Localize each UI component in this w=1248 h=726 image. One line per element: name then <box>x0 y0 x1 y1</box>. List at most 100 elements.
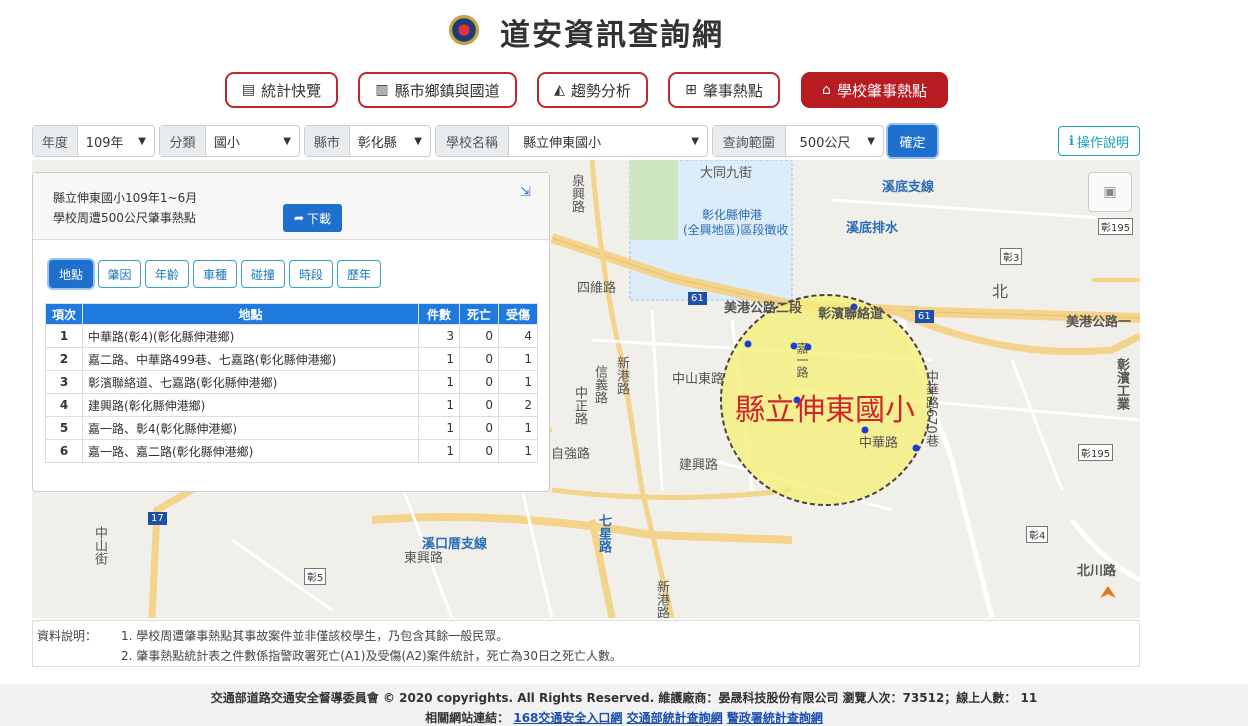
chevron-down-icon: ▼ <box>138 135 146 147</box>
tab-vehicle[interactable]: 車種 <box>193 260 237 288</box>
map-label: 美港公路一 <box>1066 315 1132 330</box>
site-logo <box>449 15 479 45</box>
map-label: 中華路 <box>859 436 899 451</box>
map-label: 彰濱工業 <box>1114 358 1129 410</box>
map-label: 北川路 <box>1077 564 1117 579</box>
map-label: 中正路 <box>572 386 587 425</box>
map-label: 美港公路二段 <box>724 301 803 316</box>
accident-point[interactable] <box>744 340 752 348</box>
site-header: 道安資訊查詢網 <box>0 0 1248 62</box>
map-label: 自強路 <box>551 447 591 462</box>
nav-stats-overview-button[interactable]: ▤ 統計快覽 <box>225 72 338 108</box>
help-button[interactable]: ℹ 操作說明 <box>1058 126 1140 156</box>
link-motc-stats[interactable]: 交通部統計查詢網 <box>627 711 723 725</box>
jianxing-road <box>551 487 793 500</box>
link-police-stats[interactable]: 警政署統計查詢網 <box>727 711 823 725</box>
file-export-icon: ➦ <box>293 211 305 225</box>
map-label: 大同九街 <box>700 166 753 181</box>
chevron-down-icon: ▼ <box>691 135 699 147</box>
county-select[interactable]: 彰化縣 ▼ <box>350 126 430 156</box>
county-label: 縣市 <box>305 126 350 156</box>
column-header: 地點 <box>82 303 419 325</box>
note-line: 1. 學校周遭肇事熱點其事故案件並非僅該校學生，乃包含其餘一般民眾。 <box>121 629 509 643</box>
download-button[interactable]: ➦ 下載 <box>283 204 342 232</box>
tab-collision[interactable]: 碰撞 <box>241 260 285 288</box>
info-icon: ℹ <box>1069 133 1074 149</box>
layer-switch-button[interactable]: ▣ <box>1088 172 1132 212</box>
year-filter: 年度 109年 ▼ <box>32 125 155 157</box>
footer-copyright: 交通部道路交通安全督導委員會 © 2020 copyrights. All Ri… <box>210 691 1038 705</box>
map-label: 新港路 <box>654 580 669 618</box>
route-shield: 61 <box>688 292 707 305</box>
school-circle-label: 縣立伸東國小 <box>735 393 915 428</box>
category-label: 分類 <box>160 126 206 156</box>
tab-history[interactable]: 歷年 <box>337 260 381 288</box>
green-area <box>630 160 678 240</box>
route-shield: 彰4 <box>1026 526 1049 543</box>
table-row: 5 嘉一路、彰4(彰化縣伸港鄉) 1 0 1 <box>45 416 538 440</box>
table-header-row: 項次 地點 件數 死亡 受傷 <box>45 303 538 325</box>
bar-chart-icon: ▥ <box>375 82 389 98</box>
column-header: 受傷 <box>498 303 538 325</box>
route-shield: 17 <box>148 512 167 525</box>
nav-county-button[interactable]: ▥ 縣市鄉鎮與國道 <box>358 72 517 108</box>
range-select[interactable]: 500公尺 ▼ <box>786 126 883 156</box>
column-header: 死亡 <box>459 303 499 325</box>
map-label: 中山東路 <box>672 372 725 387</box>
route-shield: 彰3 <box>1000 248 1023 265</box>
site-footer: 交通部道路交通安全督導委員會 © 2020 copyrights. All Ri… <box>0 684 1248 726</box>
route-shield: 彰5 <box>304 568 327 585</box>
category-filter: 分類 國小 ▼ <box>159 125 300 157</box>
chevron-down-icon: ▼ <box>283 135 291 147</box>
table-row: 4 建興路(彰化縣伸港鄉) 1 0 2 <box>45 393 538 417</box>
map-label: 嘉一路 <box>795 342 809 378</box>
tab-location[interactable]: 地點 <box>49 260 93 288</box>
category-select[interactable]: 國小 ▼ <box>206 126 299 156</box>
area-chart-icon: ◭ <box>554 82 565 98</box>
school-icon: ⌂ <box>822 82 831 98</box>
range-filter: 查詢範圍 500公尺 ▼ <box>712 125 884 157</box>
panel-header: 縣立伸東國小109年1~6月 學校周遭500公尺肇事熱點 ⇲ ➦ 下載 <box>33 173 549 240</box>
year-label: 年度 <box>33 126 78 156</box>
map-label: (全興地區)區段徵收 <box>683 223 789 237</box>
tab-time[interactable]: 時段 <box>289 260 333 288</box>
school-label: 學校名稱 <box>436 126 510 156</box>
tab-cause[interactable]: 肇因 <box>98 260 141 288</box>
link-168-portal[interactable]: 168交通安全入口網 <box>513 711 622 725</box>
accident-point[interactable] <box>912 444 920 452</box>
north-arrow-icon <box>1100 586 1116 598</box>
table-row: 6 嘉一路、嘉二路(彰化縣伸港鄉) 1 0 1 <box>45 439 538 463</box>
chevron-down-icon: ▼ <box>867 135 875 147</box>
county-filter: 縣市 彰化縣 ▼ <box>304 125 431 157</box>
school-select[interactable]: 縣立伸東國小 ▼ <box>509 126 707 156</box>
note-line: 2. 肇事熱點統計表之件數係指警政署死亡(A1)及受傷(A2)案件統計，死亡為3… <box>121 649 622 663</box>
tab-age[interactable]: 年齡 <box>145 260 189 288</box>
table-row: 3 彰濱聯絡道、七嘉路(彰化縣伸港鄉) 1 0 1 <box>45 370 538 394</box>
map-icon: ⊞ <box>685 82 697 98</box>
newspaper-icon: ▤ <box>241 82 256 98</box>
range-label: 查詢範圍 <box>713 126 786 156</box>
map-label: 四維路 <box>577 281 617 296</box>
route-shield: 61 <box>915 310 934 323</box>
collapse-icon[interactable]: ⇲ <box>520 185 531 200</box>
map-label: 溪底支線 <box>882 180 935 195</box>
nav-school-hotspot-button[interactable]: ⌂ 學校肇事熱點 <box>801 72 948 108</box>
table-row: 2 嘉二路、中華路499巷、七嘉路(彰化縣伸港鄉) 1 0 1 <box>45 347 538 371</box>
map-label: 溪底排水 <box>846 221 899 236</box>
nav-hotspot-button[interactable]: ⊞ 肇事熱點 <box>668 72 780 108</box>
map-label: 信義路 <box>592 365 607 404</box>
year-select[interactable]: 109年 ▼ <box>78 126 154 156</box>
column-header: 件數 <box>418 303 460 325</box>
notes-label: 資料說明： <box>37 629 98 643</box>
map-label: 泉興路 <box>569 174 584 213</box>
footer-links: 相關網站連結： 168交通安全入口網 交通部統計查詢網 警政署統計查詢網 <box>425 711 823 725</box>
confirm-button[interactable]: 確定 <box>888 125 937 157</box>
chevron-down-icon: ▼ <box>414 135 422 147</box>
data-notes: 資料說明： 1. 學校周遭肇事熱點其事故案件並非僅該校學生，乃包含其餘一般民眾。… <box>32 620 1140 667</box>
image-icon: ▣ <box>1103 184 1117 200</box>
map-label: 七星路 <box>596 514 611 553</box>
highway-17 <box>148 486 194 618</box>
nav-trend-button[interactable]: ◭ 趨勢分析 <box>537 72 648 108</box>
map-label: 中華路670巷 <box>923 370 938 447</box>
map-label: 建興路 <box>679 458 719 473</box>
